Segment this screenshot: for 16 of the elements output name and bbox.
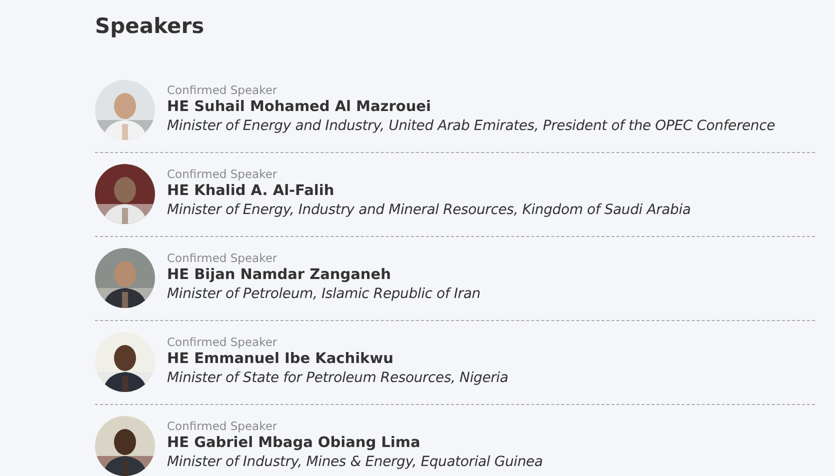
speaker-title: Minister of Energy, Industry and Mineral Resources, Kingdom of Saudi Arabia	[167, 201, 691, 220]
status-label: Confirmed Speaker	[167, 167, 278, 182]
speaker-name: HE Gabriel Mbaga Obiang Lima	[167, 434, 422, 453]
section-heading: Speakers	[95, 13, 206, 40]
speaker-name: HE Khalid A. Al-Falih	[167, 182, 336, 201]
speaker-title: Minister of Energy and Industry, United Arab Emirates, President of the OPEC Conference	[167, 117, 775, 136]
speaker-name: HE Suhail Mohamed Al Mazrouei	[167, 98, 432, 117]
status-label: Confirmed Speaker	[167, 419, 278, 434]
speaker-name: HE Emmanuel Ibe Kachikwu	[167, 350, 394, 369]
status-label: Confirmed Speaker	[167, 251, 278, 266]
status-label: Confirmed Speaker	[167, 83, 278, 98]
speaker-title: Minister of Industry, Mines & Energy, Equatorial Guinea	[167, 453, 543, 472]
speaker-title: Minister of Petroleum, Islamic Republic of Iran	[167, 285, 480, 304]
status-label: Confirmed Speaker	[167, 335, 278, 350]
speaker-name: HE Bijan Namdar Zanganeh	[167, 266, 392, 285]
speaker-title: Minister of State for Petroleum Resources, Nigeria	[167, 369, 508, 388]
